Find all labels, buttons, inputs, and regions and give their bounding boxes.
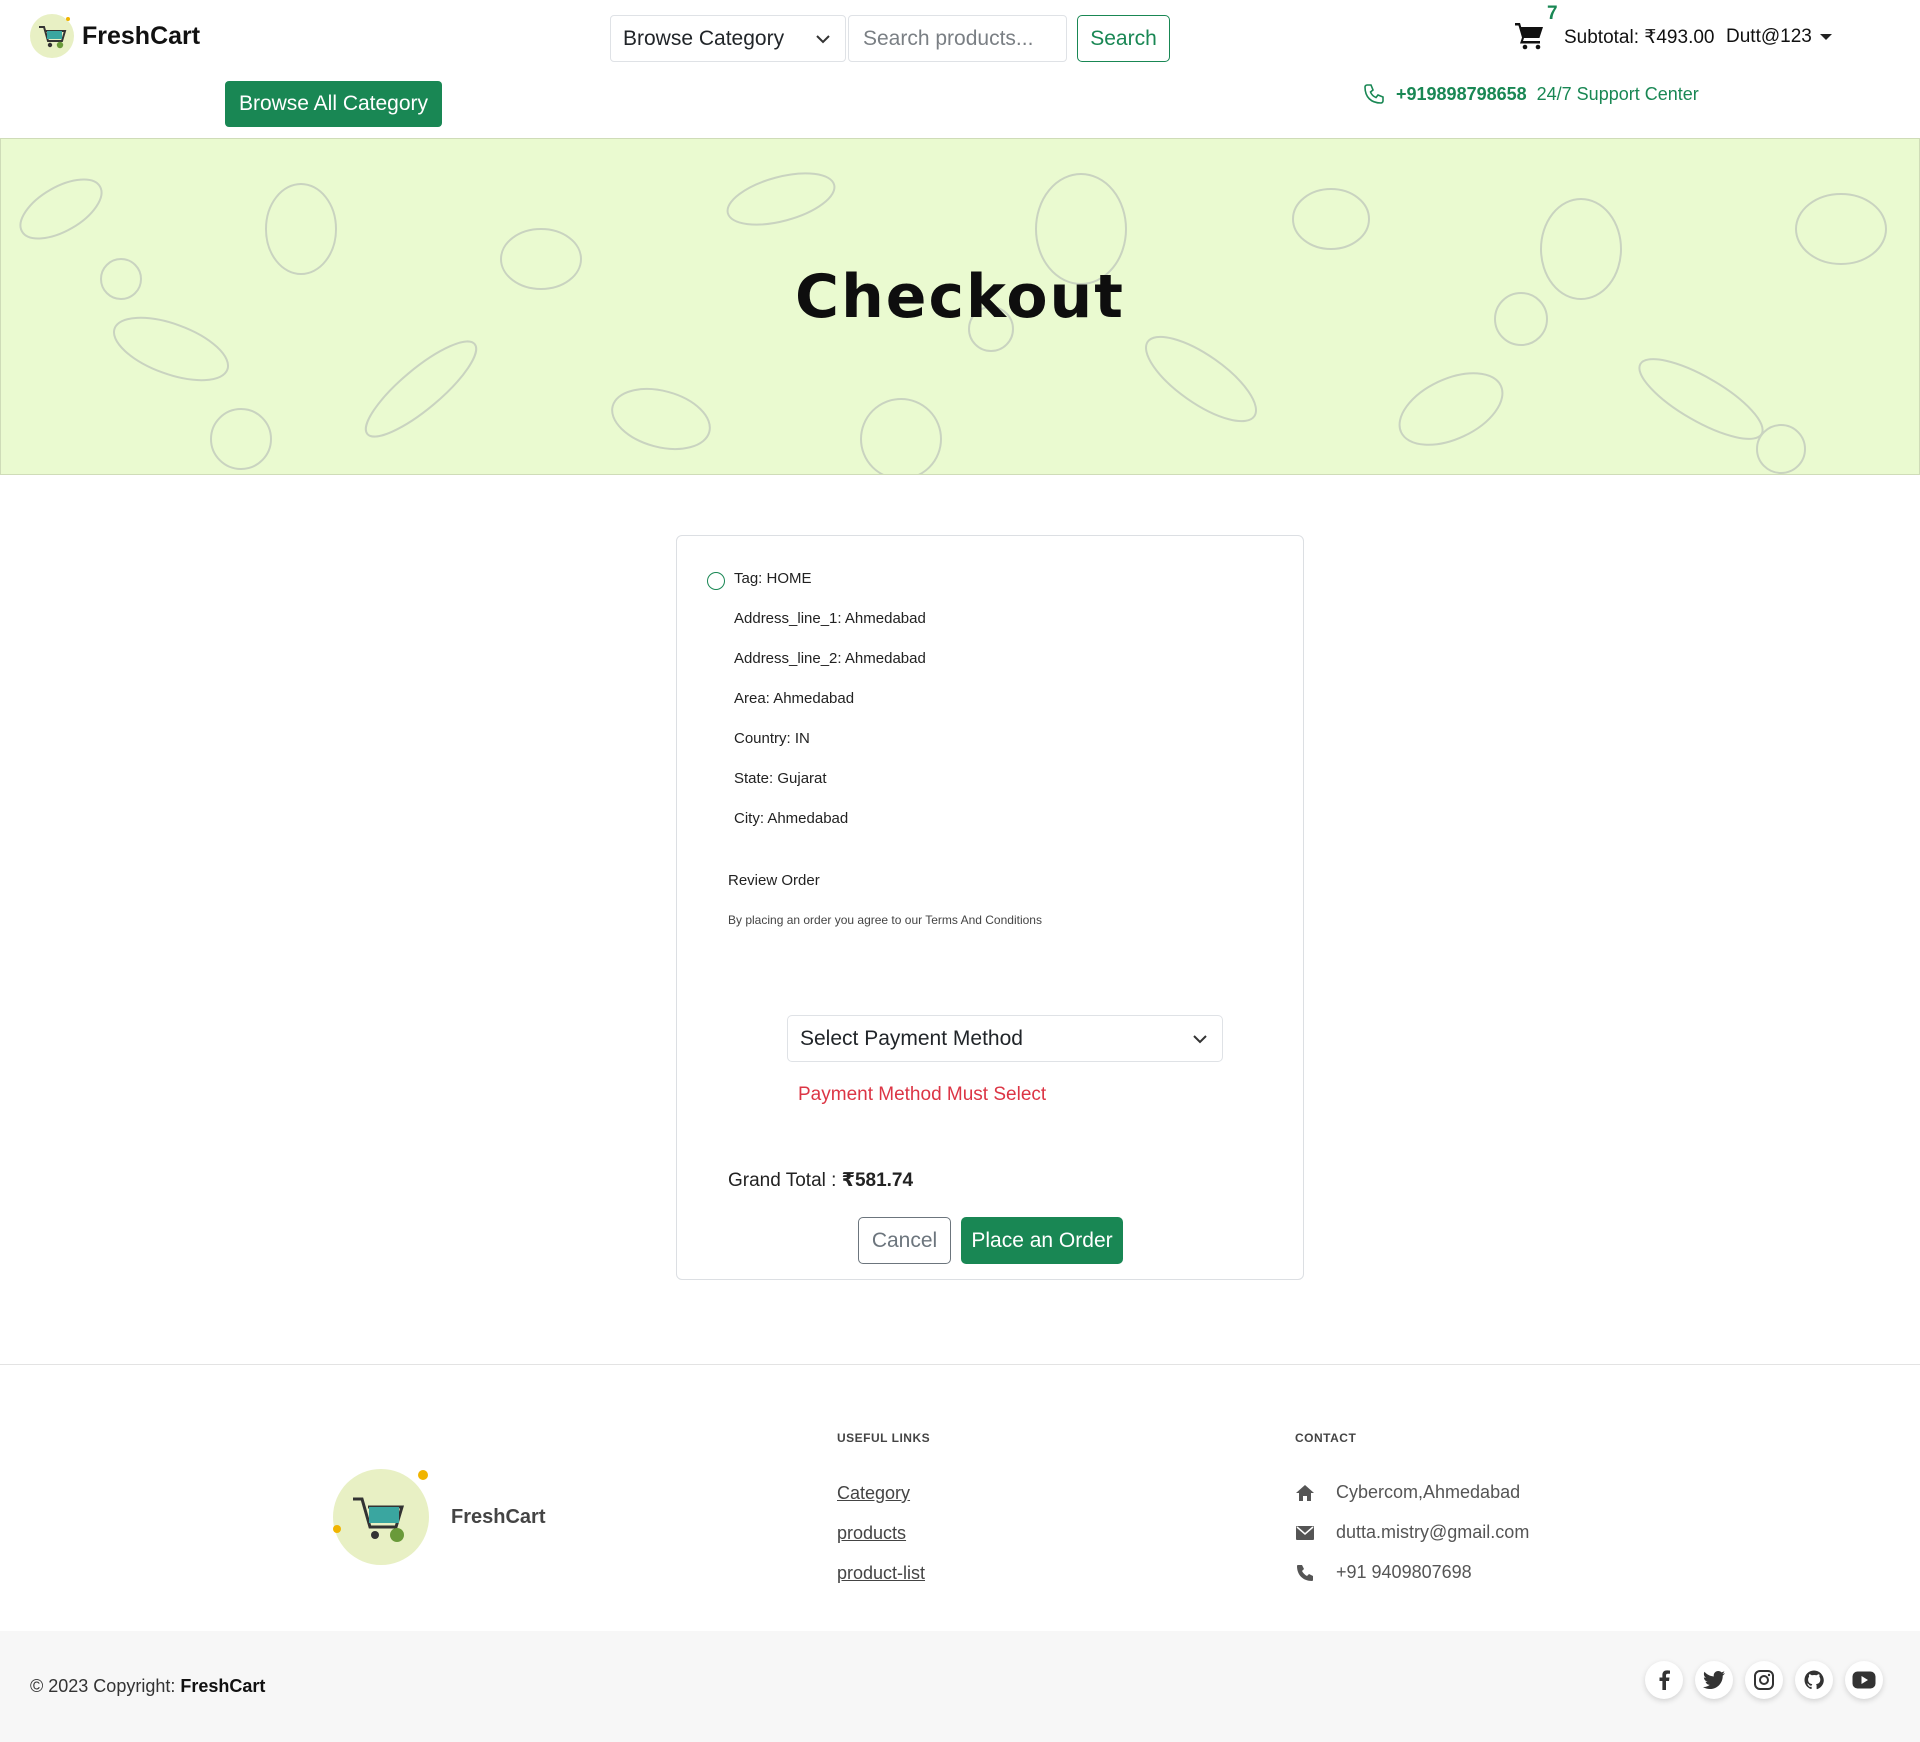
footer-brand-name: FreshCart [451, 1506, 546, 1528]
browse-category-value: Browse Category [623, 26, 785, 50]
copyright: © 2023 Copyright: FreshCart [30, 1676, 265, 1697]
copyright-prefix: © 2023 Copyright: [30, 1676, 181, 1696]
cart-logo-icon [30, 14, 74, 58]
grand-total-value: ₹581.74 [841, 1170, 914, 1191]
cart-count-badge: 7 [1547, 3, 1558, 24]
shopping-cart-icon [1515, 23, 1543, 50]
cart-button[interactable] [1514, 20, 1546, 52]
address-line-1: Address_line_1: Ahmedabad [734, 610, 926, 627]
footer-link-product-list[interactable]: product-list [837, 1563, 925, 1584]
search-input[interactable] [848, 15, 1067, 62]
brand-name: FreshCart [82, 21, 201, 50]
facebook-icon [1659, 1670, 1670, 1690]
copyright-brand[interactable]: FreshCart [180, 1676, 265, 1696]
github-icon [1804, 1670, 1824, 1690]
address-line-2: Address_line_2: Ahmedabad [734, 650, 926, 667]
browse-category-select[interactable]: Browse Category [610, 15, 846, 62]
cancel-button[interactable]: Cancel [858, 1217, 951, 1264]
contact-email-text[interactable]: dutta.mistry@gmail.com [1336, 1522, 1529, 1543]
page-title: Checkout [795, 262, 1125, 332]
terms-notice: By placing an order you agree to our Ter… [728, 913, 1042, 927]
address-country: Country: IN [734, 730, 810, 747]
useful-links-heading: USEFUL LINKS [837, 1431, 931, 1445]
youtube-icon [1852, 1671, 1876, 1689]
search-button[interactable]: Search [1077, 15, 1170, 62]
chevron-down-icon [816, 34, 830, 43]
footer-logo-icon [333, 1469, 429, 1565]
review-order-heading: Review Order [728, 872, 820, 889]
address-radio[interactable] [707, 572, 725, 590]
footer-link-products[interactable]: products [837, 1523, 906, 1544]
chevron-down-icon [1193, 1034, 1207, 1043]
grand-total-label: Grand Total : [728, 1170, 842, 1191]
browse-all-category-button[interactable]: Browse All Category [225, 81, 442, 127]
contact-phone: +91 9409807698 [1294, 1562, 1472, 1583]
contact-heading: CONTACT [1295, 1431, 1357, 1445]
instagram-link[interactable] [1745, 1661, 1783, 1699]
place-order-button[interactable]: Place an Order [961, 1217, 1123, 1264]
instagram-icon [1754, 1670, 1774, 1690]
twitter-link[interactable] [1695, 1661, 1733, 1699]
home-icon [1294, 1484, 1316, 1502]
footer-divider [0, 1364, 1920, 1365]
payment-error-message: Payment Method Must Select [798, 1084, 1047, 1105]
facebook-link[interactable] [1645, 1661, 1683, 1699]
username: Dutt@123 [1726, 26, 1812, 47]
phone-icon [1364, 84, 1384, 104]
twitter-icon [1703, 1671, 1725, 1689]
contact-address-text: Cybercom,Ahmedabad [1336, 1482, 1521, 1502]
contact-address: Cybercom,Ahmedabad [1294, 1482, 1520, 1503]
brand-logo[interactable]: FreshCart [30, 14, 200, 58]
user-menu[interactable]: Dutt@123 [1726, 26, 1832, 48]
contact-phone-text[interactable]: +91 9409807698 [1336, 1562, 1472, 1583]
footer-bottom-bar [0, 1631, 1920, 1742]
phone-icon [1294, 1564, 1316, 1582]
address-state: State: Gujarat [734, 770, 827, 787]
cart-subtotal: Subtotal: ₹493.00 [1564, 27, 1715, 48]
address-tag: Tag: HOME [734, 570, 812, 587]
caret-down-icon [1819, 34, 1832, 40]
address-area: Area: Ahmedabad [734, 690, 855, 707]
grand-total: Grand Total : ₹581.74 [728, 1169, 913, 1192]
footer-link-category[interactable]: Category [837, 1483, 910, 1504]
checkout-card: Tag: HOME Address_line_1: Ahmedabad Addr… [676, 535, 1304, 1280]
support-center-label: 24/7 Support Center [1536, 83, 1699, 104]
contact-email: dutta.mistry@gmail.com [1294, 1522, 1529, 1543]
github-link[interactable] [1795, 1661, 1833, 1699]
support-contact: +919898798658 24/7 Support Center [1362, 82, 1699, 106]
support-phone[interactable]: +919898798658 [1396, 84, 1527, 105]
envelope-icon [1294, 1525, 1316, 1540]
payment-method-select[interactable]: Select Payment Method [787, 1015, 1223, 1062]
payment-method-value: Select Payment Method [800, 1026, 1023, 1050]
youtube-link[interactable] [1845, 1661, 1883, 1699]
address-city: City: Ahmedabad [734, 810, 849, 827]
